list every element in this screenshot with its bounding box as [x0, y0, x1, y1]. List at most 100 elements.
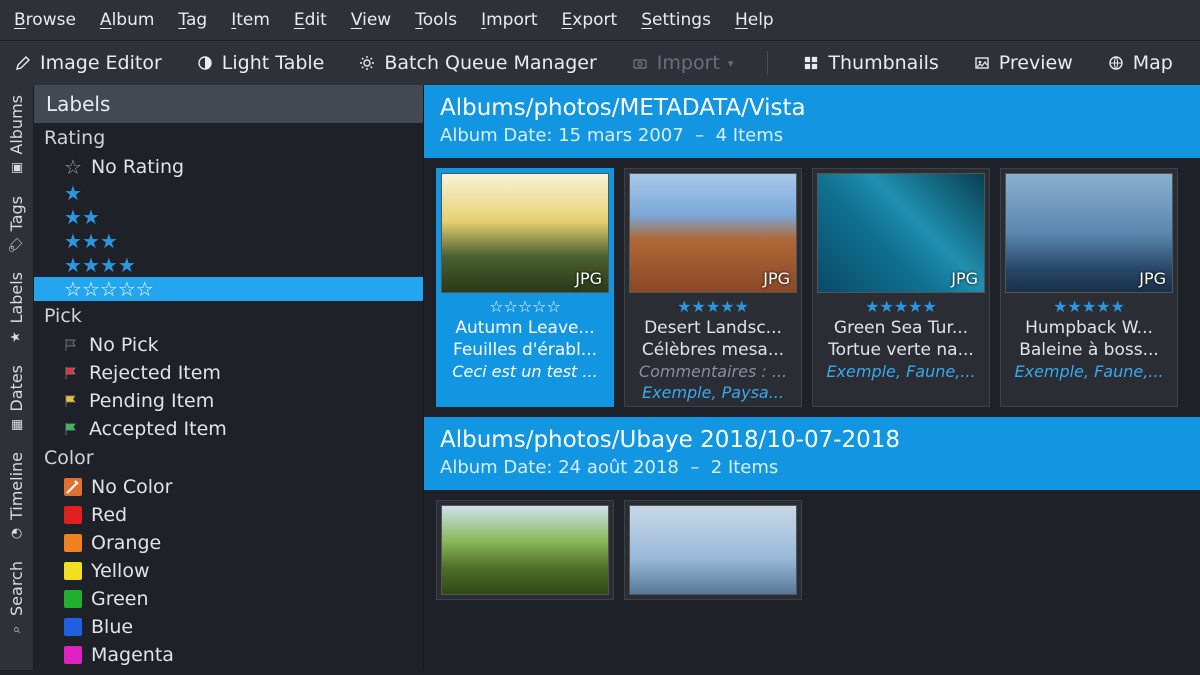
format-badge: JPG	[575, 269, 602, 288]
star-icon: ☆	[100, 279, 118, 299]
rail-tab-tags[interactable]: 🏷Tags	[3, 186, 30, 262]
star-icon: ★	[64, 231, 82, 251]
thumb-comment: Commentaires : ...	[629, 362, 797, 381]
color-section-label: Color	[34, 443, 423, 473]
row-label: Accepted Item	[89, 418, 227, 440]
album-header[interactable]: Albums/photos/Ubaye 2018/10-07-2018Album…	[424, 417, 1200, 490]
thumbnails-button[interactable]: Thumbnails	[802, 52, 938, 74]
star-icon: ★	[100, 231, 118, 251]
thumb-subtitle: Feuilles d'érabl...	[441, 340, 609, 360]
menu-view[interactable]: View	[351, 10, 391, 30]
rail-tab-labels[interactable]: ★Labels	[3, 262, 30, 355]
album-header[interactable]: Albums/photos/METADATA/Vista Album Date: …	[424, 85, 1200, 158]
rail-tab-dates[interactable]: ▦Dates	[3, 355, 30, 443]
thumb-subtitle: Célèbres mesa...	[629, 340, 797, 360]
thumb-title: Autumn Leave...	[441, 318, 609, 338]
color-no-color[interactable]: No Color	[34, 473, 423, 501]
batch-queue-button[interactable]: Batch Queue Manager	[358, 52, 596, 74]
pick-rejected-item[interactable]: Rejected Item	[34, 359, 423, 387]
thumb-title: Humpback W...	[1005, 318, 1173, 338]
format-badge: JPG	[763, 269, 790, 288]
rating-stars[interactable]: ★★★★★	[817, 297, 985, 316]
album-meta: Album Date: 15 mars 2007 – 4 Items	[440, 125, 1184, 146]
pick-no-pick[interactable]: No Pick	[34, 331, 423, 359]
menubar: Browse Album Tag Item Edit View Tools Import Exp…	[0, 0, 1200, 40]
menu-item[interactable]: Item	[231, 10, 270, 30]
rating-stars[interactable]: ★★★★★	[629, 297, 797, 316]
tool-label: Light Table	[222, 52, 325, 74]
thumb-title: Desert Landsc...	[629, 318, 797, 338]
menu-import[interactable]: Import	[481, 10, 537, 30]
thumbnail[interactable]: 🌐JPG★★★★★Desert Landsc...Célèbres mesa..…	[624, 168, 802, 407]
rail-tab-timeline[interactable]: ◔Timeline	[3, 442, 30, 551]
rail-tab-albums[interactable]: ▣Albums	[3, 85, 30, 186]
color-red[interactable]: Red	[34, 501, 423, 529]
tool-label: Map	[1133, 52, 1173, 74]
thumbnail[interactable]: 🌐JPG★★★★★Humpback W...Baleine à boss...E…	[1000, 168, 1178, 407]
panel-header: Labels	[34, 85, 423, 123]
row-label: Yellow	[91, 560, 150, 582]
thumbnail[interactable]: 🌐	[624, 500, 802, 600]
tool-label: Import	[657, 52, 720, 74]
flag-icon	[64, 338, 80, 352]
color-yellow[interactable]: Yellow	[34, 557, 423, 585]
map-button[interactable]: Map	[1107, 52, 1173, 74]
color-magenta[interactable]: Magenta	[34, 641, 423, 669]
circle-half-icon	[196, 54, 214, 72]
tool-label: Batch Queue Manager	[384, 52, 596, 74]
rating-stars[interactable]: ★★★★★	[1005, 297, 1173, 316]
color-swatch	[64, 590, 82, 608]
pick-accepted-item[interactable]: Accepted Item	[34, 415, 423, 443]
globe-icon	[1107, 54, 1125, 72]
thumbnail-row: 🌐JPG☆☆☆☆☆Autumn Leave...Feuilles d'érabl…	[424, 158, 1200, 417]
row-label: Red	[91, 504, 127, 526]
tool-label: Preview	[999, 52, 1073, 74]
star-icon: ★	[82, 207, 100, 227]
preview-button[interactable]: Preview	[973, 52, 1073, 74]
import-button[interactable]: Import ▾	[631, 52, 734, 74]
image-editor-button[interactable]: Image Editor	[14, 52, 162, 74]
album-path: Albums/photos/Ubaye 2018/10-07-2018	[440, 427, 1184, 453]
album-path: Albums/photos/METADATA/Vista	[440, 95, 1184, 121]
menu-export[interactable]: Export	[562, 10, 618, 30]
light-table-button[interactable]: Light Table	[196, 52, 325, 74]
color-green[interactable]: Green	[34, 585, 423, 613]
color-blue[interactable]: Blue	[34, 613, 423, 641]
left-tab-rail: ▣Albums🏷Tags★Labels▦Dates◔Timeline⌕Searc…	[0, 85, 34, 670]
thumb-subtitle: Baleine à boss...	[1005, 340, 1173, 360]
pick-pending-item[interactable]: Pending Item	[34, 387, 423, 415]
no-color-icon	[64, 478, 82, 496]
image-icon	[973, 54, 991, 72]
thumbnail[interactable]: 🌐JPG☆☆☆☆☆Autumn Leave...Feuilles d'érabl…	[436, 168, 614, 407]
menu-edit[interactable]: Edit	[294, 10, 327, 30]
rail-tab-search[interactable]: ⌕Search	[3, 551, 30, 647]
color-orange[interactable]: Orange	[34, 529, 423, 557]
menu-tag[interactable]: Tag	[178, 10, 207, 30]
flag-icon	[64, 394, 80, 408]
menu-help[interactable]: Help	[735, 10, 774, 30]
rating-1-stars[interactable]: ★	[34, 181, 423, 205]
menu-tools[interactable]: Tools	[415, 10, 457, 30]
thumb-subtitle: Tortue verte na...	[817, 340, 985, 360]
row-label: No Rating	[91, 156, 184, 178]
star-icon: ★	[64, 183, 82, 203]
thumbnail-image: JPG	[1005, 173, 1173, 293]
rating-section-label: Rating	[34, 123, 423, 153]
rating-2-stars[interactable]: ★★	[34, 205, 423, 229]
no-rating-row[interactable]: ☆ No Rating	[34, 153, 423, 181]
menu-album[interactable]: Album	[100, 10, 155, 30]
menu-settings[interactable]: Settings	[641, 10, 711, 30]
row-label: Pending Item	[89, 390, 214, 412]
row-label: Magenta	[91, 644, 174, 666]
thumbnail[interactable]: 🌐JPG★★★★★Green Sea Tur...Tortue verte na…	[812, 168, 990, 407]
menu-browse[interactable]: Browse	[14, 10, 76, 30]
rating-5-stars[interactable]: ☆☆☆☆☆	[34, 277, 423, 301]
rating-3-stars[interactable]: ★★★	[34, 229, 423, 253]
thumbnail[interactable]: 🌐	[436, 500, 614, 600]
rating-stars[interactable]: ☆☆☆☆☆	[441, 297, 609, 316]
star-icon: ☆	[118, 279, 136, 299]
content-area: Albums/photos/METADATA/Vista Album Date: …	[424, 85, 1200, 670]
rating-4-stars[interactable]: ★★★★	[34, 253, 423, 277]
thumbnail-image: JPG	[441, 173, 609, 293]
row-label: Orange	[91, 532, 161, 554]
